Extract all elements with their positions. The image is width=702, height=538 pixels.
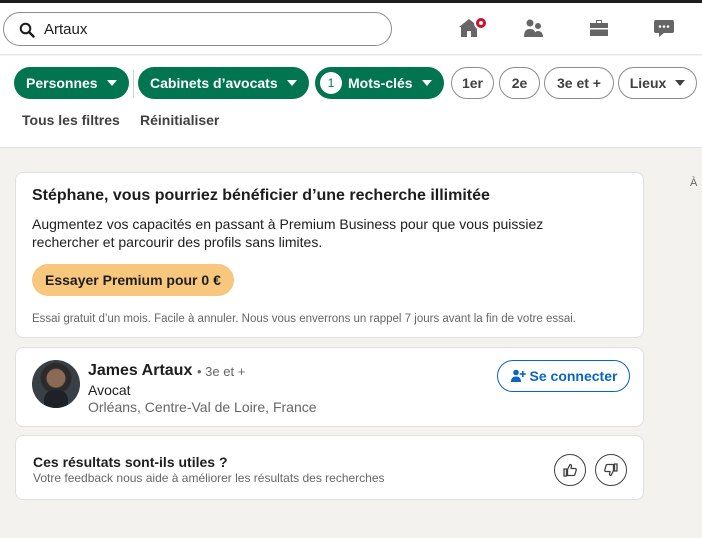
filter-mots-cles-label: Mots-clés <box>348 75 413 91</box>
filter-lieux[interactable]: Lieux <box>618 67 697 99</box>
filter-personnes[interactable]: Personnes <box>14 67 129 99</box>
filter-3e-label: 3e et + <box>557 75 601 91</box>
feedback-title: Ces résultats sont-ils utiles ? <box>33 454 228 470</box>
result-location: Orléans, Centre-Val de Loire, France <box>88 399 317 415</box>
filter-2e-label: 2e <box>511 75 528 91</box>
search-filters-bar: Personnes Cabinets d’avocats 1 Mots-clés… <box>0 56 702 148</box>
caret-down-icon <box>106 80 117 86</box>
messaging-icon[interactable] <box>651 16 677 40</box>
filter-1er[interactable]: 1er <box>451 67 494 99</box>
filter-count-badge: 1 <box>320 72 342 94</box>
premium-heading: Stéphane, vous pourriez bénéficier d’une… <box>32 187 490 204</box>
premium-body: Augmentez vos capacités en passant à Pre… <box>32 216 544 250</box>
thumbs-down-icon <box>604 463 618 477</box>
caret-down-icon <box>421 80 432 86</box>
caret-down-icon <box>286 80 297 86</box>
filter-divider <box>133 70 134 98</box>
thumbs-up-icon <box>563 463 577 477</box>
search-value: Artaux <box>44 21 88 38</box>
result-title: Avocat <box>88 382 131 398</box>
connect-label: Se connecter <box>529 368 618 384</box>
reset-button[interactable]: Réinitialiser <box>140 112 219 128</box>
people-icon[interactable] <box>521 16 547 40</box>
feedback-subtitle: Votre feedback nous aide à améliorer les… <box>33 471 385 485</box>
premium-upsell-card: Stéphane, vous pourriez bénéficier d’une… <box>15 172 644 338</box>
try-premium-button[interactable]: Essayer Premium pour 0 € <box>32 264 234 296</box>
thumbs-down-button[interactable] <box>595 454 627 486</box>
filter-2e[interactable]: 2e <box>499 67 540 99</box>
filter-personnes-label: Personnes <box>26 75 98 91</box>
result-degree: • 3e et + <box>197 364 246 379</box>
right-rail-text: À <box>690 177 698 189</box>
filter-1er-label: 1er <box>461 75 484 91</box>
filter-mots-cles[interactable]: 1 Mots-clés <box>315 67 444 99</box>
notification-badge <box>474 16 488 30</box>
all-filters-button[interactable]: Tous les filtres <box>22 112 120 128</box>
premium-note: Essai gratuit d’un mois. Facile à annule… <box>32 313 576 325</box>
filter-cabinets[interactable]: Cabinets d’avocats <box>138 67 309 99</box>
search-icon <box>19 22 35 38</box>
briefcase-icon[interactable] <box>586 16 612 40</box>
add-person-icon <box>510 369 526 382</box>
filter-lieux-label: Lieux <box>629 75 667 91</box>
result-name[interactable]: James Artaux <box>88 362 192 380</box>
connect-button[interactable]: Se connecter <box>497 360 630 392</box>
avatar[interactable] <box>32 360 80 408</box>
feedback-card: Ces résultats sont-ils utiles ? Votre fe… <box>15 435 644 500</box>
filter-3e[interactable]: 3e et + <box>544 67 614 99</box>
filter-cabinets-label: Cabinets d’avocats <box>150 75 278 91</box>
search-result-card: James Artaux • 3e et + Avocat Orléans, C… <box>15 347 644 427</box>
thumbs-up-button[interactable] <box>554 454 586 486</box>
top-navigation-bar: Artaux <box>0 3 702 55</box>
caret-down-icon <box>675 80 686 86</box>
search-input[interactable]: Artaux <box>3 12 392 46</box>
